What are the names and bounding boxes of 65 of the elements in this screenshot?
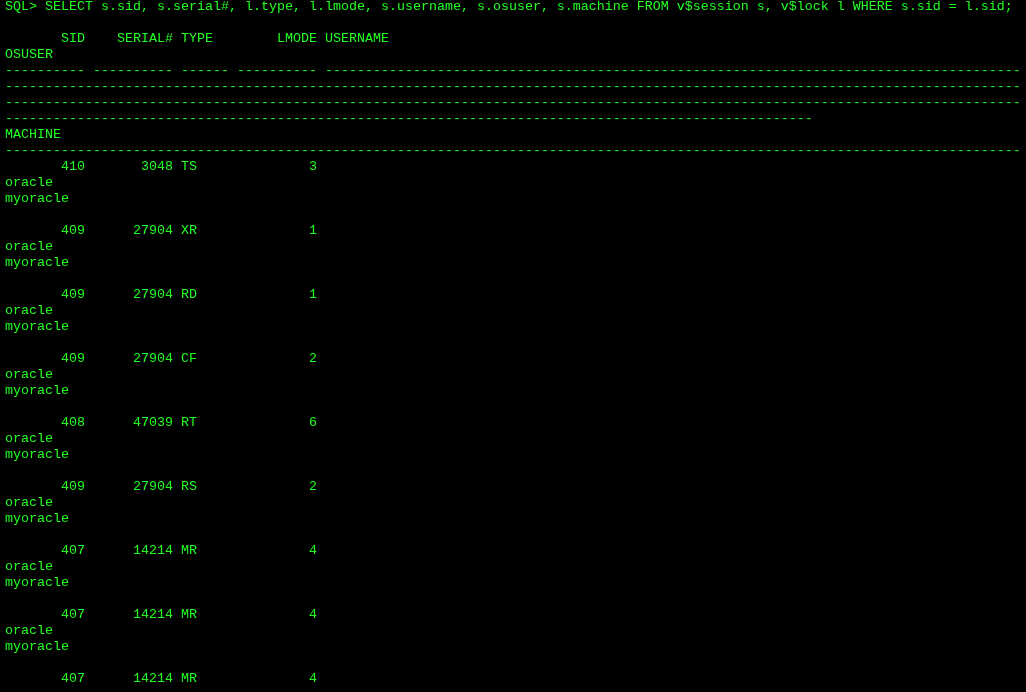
table-cell: oracle	[5, 559, 53, 574]
table-cell-text: 408	[60, 415, 85, 431]
separator-line: -------------------------------------------------------------------------------------------------------------------------------	[5, 79, 1021, 94]
table-cell-text: 409	[60, 287, 85, 303]
table-cell: RT	[181, 415, 197, 430]
column-header: SID	[61, 31, 85, 46]
table-cell-text: 27904	[132, 287, 173, 303]
column-header: SERIAL#	[117, 31, 173, 46]
table-cell-text: 3	[308, 159, 317, 175]
table-cell: myoracle	[5, 319, 69, 334]
table-cell: myoracle	[5, 575, 69, 590]
table-cell: oracle	[5, 175, 53, 190]
table-cell-text: 409	[60, 223, 85, 239]
table-cell-text: 2	[308, 351, 317, 367]
table-cell-text: 2	[308, 479, 317, 495]
table-cell: myoracle	[5, 191, 69, 206]
table-cell-text: 410	[60, 159, 85, 175]
column-header: OSUSER	[5, 47, 54, 63]
table-cell-text: 407	[60, 671, 85, 687]
separator-line: -------------------------------------------------------------------------------------------------------------------------------	[5, 95, 1021, 110]
column-header: LMODE	[277, 31, 317, 46]
table-cell-text: 4	[308, 607, 317, 623]
table-cell-text: 407	[60, 607, 85, 623]
table-cell: oracle	[5, 495, 53, 510]
table-cell-text: 407	[60, 543, 85, 559]
table-cell-text: 27904	[132, 479, 173, 495]
column-header: TYPE	[181, 31, 213, 46]
table-cell-text: 14214	[132, 543, 173, 559]
table-cell: RS	[181, 479, 197, 494]
table-cell-text: 1	[308, 223, 317, 239]
table-cell: TS	[181, 159, 197, 174]
separator-line: -------------------------------------------------------------------------------------------------------------------------------	[5, 143, 1021, 158]
table-cell-text: 14214	[132, 607, 173, 623]
table-cell-text: 3048	[140, 159, 173, 175]
table-cell-text: 4	[308, 671, 317, 687]
table-cell-text: 14214	[132, 671, 173, 687]
table-cell-text: 4	[308, 543, 317, 559]
table-cell: oracle	[5, 303, 53, 318]
table-cell: oracle	[5, 623, 53, 638]
table-cell: CF	[181, 351, 197, 366]
table-cell: XR	[181, 223, 197, 238]
table-cell: RD	[181, 287, 197, 302]
column-header: MACHINE	[5, 127, 62, 143]
table-cell-text: 27904	[132, 351, 173, 367]
table-cell-text: 27904	[132, 223, 173, 239]
sql-command: SQL> SELECT s.sid, s.serial#, l.type, l.lmode, s.username, s.osuser, s.machine FROM v$session s, v$lock l WHERE s.sid = l.sid;	[5, 0, 1014, 15]
table-cell-text: 409	[60, 479, 85, 495]
table-cell: oracle	[5, 431, 53, 446]
table-cell: MR	[181, 543, 197, 558]
table-cell-text: 1	[308, 287, 317, 303]
table-cell: myoracle	[5, 639, 69, 654]
column-header: USERNAME	[325, 31, 389, 46]
table-cell-text: 409	[60, 351, 85, 367]
table-cell: myoracle	[5, 511, 69, 526]
table-cell: oracle	[5, 239, 53, 254]
table-cell-text: 47039	[132, 415, 173, 431]
table-cell: myoracle	[5, 255, 69, 270]
separator-line: -----------------------------------------------------------------------------------------------------	[5, 111, 813, 126]
table-cell: MR	[181, 607, 197, 622]
separator-line: ---------- ---------- ------ ---------- ---------------------------------------------------------------------------------------	[5, 63, 1021, 78]
table-cell: MR	[181, 671, 197, 686]
table-cell: myoracle	[5, 383, 69, 398]
table-cell-text: 6	[308, 415, 317, 431]
table-cell: myoracle	[5, 447, 69, 462]
table-cell: oracle	[5, 367, 53, 382]
